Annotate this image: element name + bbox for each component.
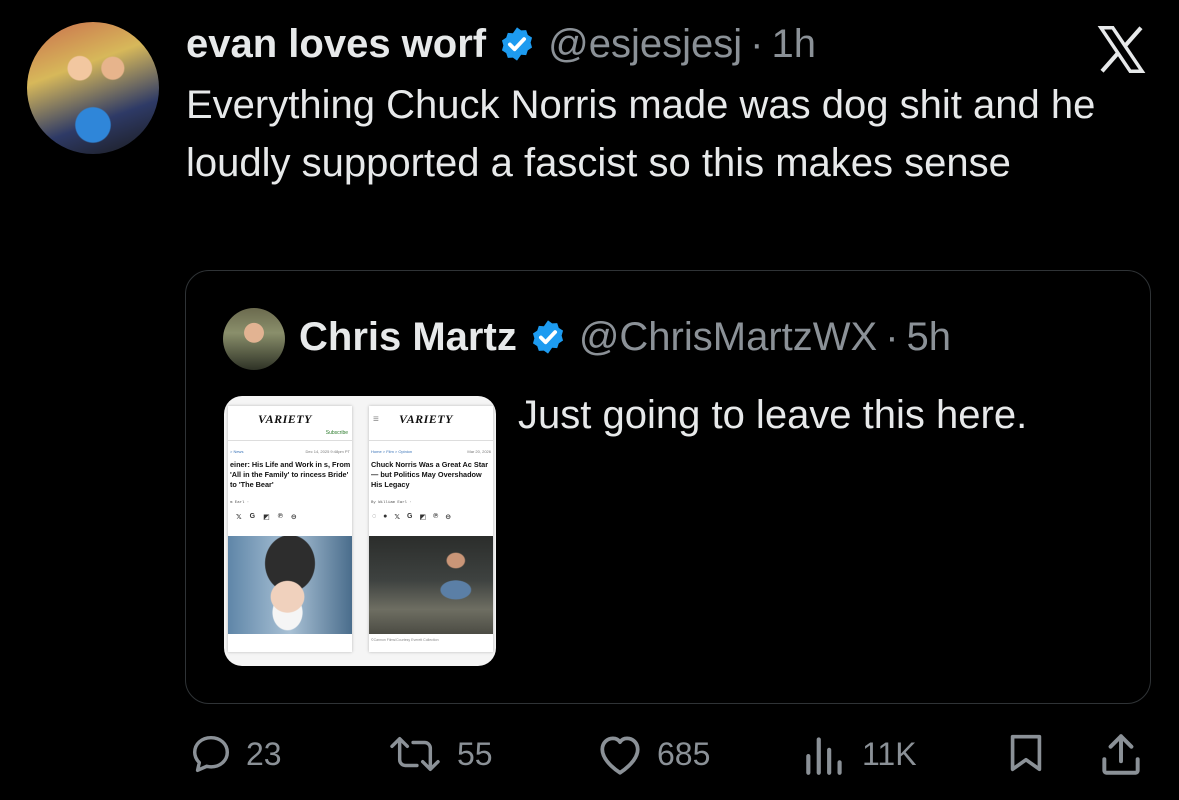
quoted-media-image[interactable]: VARIETY Subscribe > News Dec 14, 2025 9:…	[224, 396, 496, 666]
subscribe-link: Subscribe	[325, 430, 348, 436]
author-handle[interactable]: @esjesjesj	[548, 20, 742, 68]
author-avatar[interactable]	[27, 22, 159, 154]
breadcrumb: > News	[230, 449, 244, 454]
flipboard-share-icon: ◩	[263, 514, 270, 521]
bookmark-icon	[1010, 734, 1042, 772]
action-bar: 23 55 685 11K	[0, 730, 1179, 780]
menu-icon: ≡	[373, 414, 379, 425]
reply-button[interactable]: 23	[188, 730, 282, 778]
x-logo-icon	[1097, 26, 1146, 73]
reply-count: 23	[246, 736, 282, 772]
share-icons: 𝕏 G ◩ ℗ ⊖	[236, 513, 297, 521]
pinterest-share-icon: ℗	[277, 513, 283, 520]
reply-icon	[192, 735, 230, 773]
article-screenshot-left: VARIETY Subscribe > News Dec 14, 2025 9:…	[228, 406, 352, 652]
quoted-author-name[interactable]: Chris Martz	[299, 311, 517, 363]
more-share-icon: ⊖	[290, 514, 297, 521]
share-icon	[1102, 734, 1140, 775]
article-screenshot-right: ≡ VARIETY Home > Film > Opinion Mar 20, …	[369, 406, 493, 652]
views-chart-icon	[806, 737, 842, 775]
quoted-tweet-text: Just going to leave this here.	[518, 393, 1028, 437]
like-count: 685	[657, 736, 711, 772]
share-button[interactable]	[1096, 730, 1146, 780]
quoted-tweet[interactable]: Chris Martz @ChrisMartzWX · 5h VARIETY S…	[185, 270, 1151, 704]
article-date: Mar 20, 2026	[467, 449, 491, 454]
more-share-icon: ⊖	[445, 514, 452, 521]
breadcrumb: Home > Film > Opinion	[371, 449, 413, 454]
quoted-author-handle[interactable]: @ChrisMartzWX	[579, 311, 877, 363]
views-button[interactable]: 11K	[800, 730, 917, 778]
tweet-time[interactable]: 1h	[771, 20, 816, 68]
quoted-author-avatar[interactable]	[223, 308, 285, 370]
variety-masthead: VARIETY	[258, 412, 312, 426]
heart-icon	[600, 736, 640, 775]
tweet-header: evan loves worf @esjesjesj · 1h	[186, 20, 816, 68]
divider	[369, 440, 493, 441]
article-headline: einer: His Life and Work in s, From 'All…	[230, 460, 351, 489]
author-name[interactable]: evan loves worf	[186, 20, 486, 68]
separator-dot: ·	[750, 22, 764, 66]
share-icons: ◌ ● 𝕏 G ◩ ℗ ⊖	[372, 513, 451, 521]
facebook-share-icon: ●	[383, 513, 388, 520]
quoted-tweet-header: Chris Martz @ChrisMartzWX · 5h	[299, 311, 951, 363]
x-share-icon: 𝕏	[394, 514, 401, 521]
google-share-icon: G	[407, 513, 413, 520]
x-share-icon: 𝕏	[236, 514, 242, 521]
photo-credit: ©Cannon Films/Courtesy Everett Collectio…	[371, 638, 439, 642]
article-byline: m Earl ·	[230, 501, 250, 505]
repost-button[interactable]: 55	[385, 730, 493, 778]
bookmark-button[interactable]	[1003, 730, 1049, 776]
verified-badge-icon	[532, 320, 563, 354]
comment-share-icon: ◌	[372, 513, 377, 520]
article-photo	[369, 536, 493, 634]
article-headline: Chuck Norris Was a Great Ac Star — but P…	[371, 460, 489, 489]
google-share-icon: G	[249, 513, 256, 520]
view-count: 11K	[862, 736, 917, 772]
verified-badge-icon	[502, 27, 533, 61]
variety-masthead: VARIETY	[399, 412, 453, 426]
tweet-text: Everything Chuck Norris made was dog shi…	[186, 83, 1096, 185]
repost-icon	[390, 736, 440, 772]
pinterest-share-icon: ℗	[433, 513, 439, 520]
article-byline: By William Earl ·	[371, 501, 412, 505]
flipboard-share-icon: ◩	[419, 514, 427, 521]
article-date: Dec 14, 2025 9:48pm PT	[305, 449, 350, 454]
separator-dot: ·	[885, 315, 899, 359]
quoted-tweet-time[interactable]: 5h	[907, 311, 952, 363]
like-button[interactable]: 685	[595, 730, 710, 778]
article-photo	[228, 536, 352, 634]
repost-count: 55	[457, 736, 493, 772]
divider	[228, 440, 352, 441]
